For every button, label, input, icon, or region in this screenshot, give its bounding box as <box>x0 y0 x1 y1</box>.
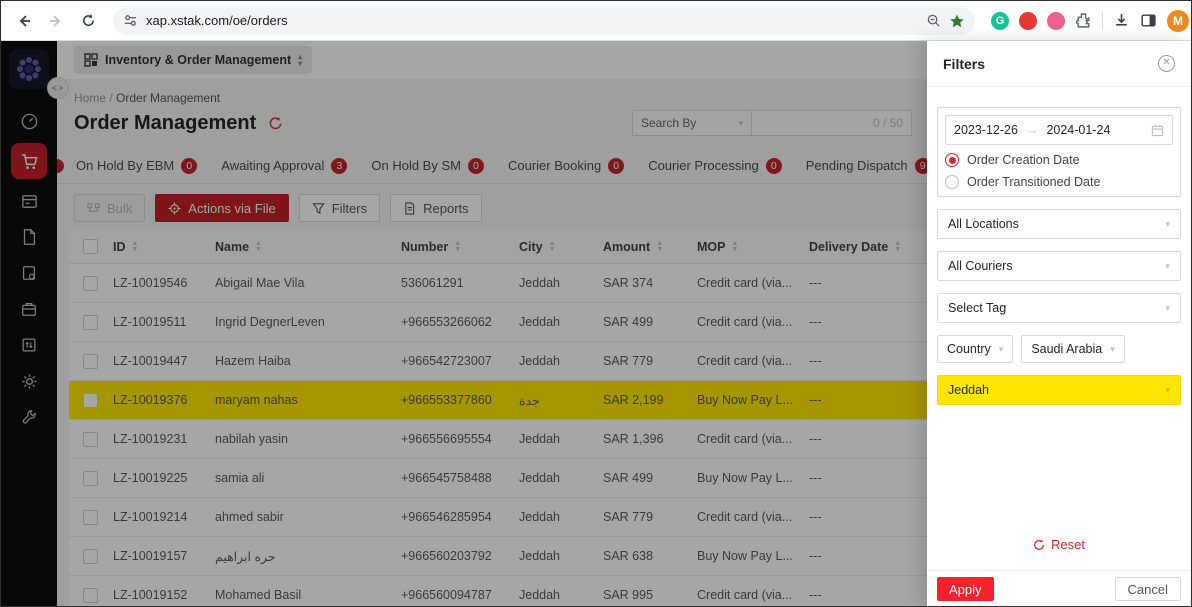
chevron-down-icon: ▾ <box>999 344 1004 355</box>
country-row: Country ▾ Saudi Arabia ▾ <box>937 335 1181 363</box>
app-window: <> Inventory & Order Management ▴▾ Home … <box>1 41 1191 607</box>
chevron-down-icon: ▾ <box>1165 219 1170 230</box>
apply-button[interactable]: Apply <box>937 577 994 601</box>
drawer-overlay-mask <box>1 41 927 607</box>
radio-icon <box>945 175 959 189</box>
reset-filters[interactable]: Reset <box>937 537 1181 570</box>
city-select-highlighted[interactable]: Jeddah ▾ <box>937 375 1181 405</box>
drawer-footer: Apply Cancel <box>927 570 1191 607</box>
country-value-select[interactable]: Saudi Arabia ▾ <box>1021 335 1124 363</box>
date-filter-group: 2023-12-26 → 2024-01-24 Order Creation D… <box>937 107 1181 197</box>
cancel-button[interactable]: Cancel <box>1115 577 1181 601</box>
country-type-value: Country <box>947 342 991 356</box>
url-bar[interactable]: xap.xstak.com/oe/orders <box>113 7 975 35</box>
date-arrow: → <box>1026 123 1039 137</box>
site-info-icon[interactable] <box>123 13 138 28</box>
date-range-picker[interactable]: 2023-12-26 → 2024-01-24 <box>945 115 1173 145</box>
forward-icon[interactable] <box>43 8 69 34</box>
country-type-select[interactable]: Country ▾ <box>937 335 1013 363</box>
downloads-icon[interactable] <box>1113 12 1130 29</box>
profile-avatar[interactable]: M <box>1167 10 1189 32</box>
filter-select[interactable]: All Couriers ▾ <box>937 251 1181 281</box>
pink-extension-icon[interactable] <box>1047 12 1065 30</box>
drawer-title: Filters <box>943 56 985 72</box>
filter-select[interactable]: Select Tag ▾ <box>937 293 1181 323</box>
reset-label: Reset <box>1051 537 1085 552</box>
date-from[interactable]: 2023-12-26 <box>954 123 1018 137</box>
country-value: Saudi Arabia <box>1031 342 1102 356</box>
date-type-radio-group: Order Creation Date Order Transitioned D… <box>945 153 1173 189</box>
radio-label: Order Creation Date <box>967 153 1080 167</box>
filter-select[interactable]: All Locations ▾ <box>937 209 1181 239</box>
red-extension-icon[interactable] <box>1019 12 1037 30</box>
chevron-down-icon: ▾ <box>1165 385 1170 396</box>
city-value: Jeddah <box>948 383 989 397</box>
date-to[interactable]: 2024-01-24 <box>1046 123 1110 137</box>
chevron-down-icon: ▾ <box>1165 261 1170 272</box>
chevron-down-icon: ▾ <box>1165 303 1170 314</box>
radio-option[interactable]: Order Transitioned Date <box>945 175 1173 189</box>
filter-selects: All Locations ▾ All Couriers ▾ Select Ta… <box>937 197 1181 323</box>
drawer-body: 2023-12-26 → 2024-01-24 Order Creation D… <box>927 87 1191 570</box>
filter-select-value: All Couriers <box>948 259 1013 273</box>
url-text[interactable]: xap.xstak.com/oe/orders <box>146 13 918 28</box>
filter-select-value: All Locations <box>948 217 1019 231</box>
filter-select-value: Select Tag <box>948 301 1006 315</box>
extensions-puzzle-icon[interactable] <box>1075 12 1092 29</box>
bookmark-star-icon[interactable] <box>949 13 965 29</box>
back-icon[interactable] <box>11 8 37 34</box>
reset-icon <box>1033 539 1045 551</box>
toolbar-separator <box>1102 12 1103 30</box>
calendar-icon <box>1151 124 1164 137</box>
reload-icon[interactable] <box>75 8 101 34</box>
drawer-header: Filters ✕ <box>927 41 1191 87</box>
radio-option[interactable]: Order Creation Date <box>945 153 1173 167</box>
screen: xap.xstak.com/oe/orders G M <box>0 0 1192 607</box>
side-panel-icon[interactable] <box>1140 12 1157 29</box>
zoom-icon[interactable] <box>926 13 941 28</box>
browser-toolbar: xap.xstak.com/oe/orders G M <box>1 1 1191 41</box>
radio-icon <box>945 153 959 167</box>
extensions-area: G M <box>991 10 1192 32</box>
chevron-down-icon: ▾ <box>1110 344 1115 355</box>
filters-drawer: Filters ✕ 2023-12-26 → 2024-01-24 <box>927 41 1191 607</box>
grammarly-extension-icon[interactable]: G <box>991 12 1009 30</box>
radio-label: Order Transitioned Date <box>967 175 1100 189</box>
close-icon[interactable]: ✕ <box>1158 55 1175 72</box>
